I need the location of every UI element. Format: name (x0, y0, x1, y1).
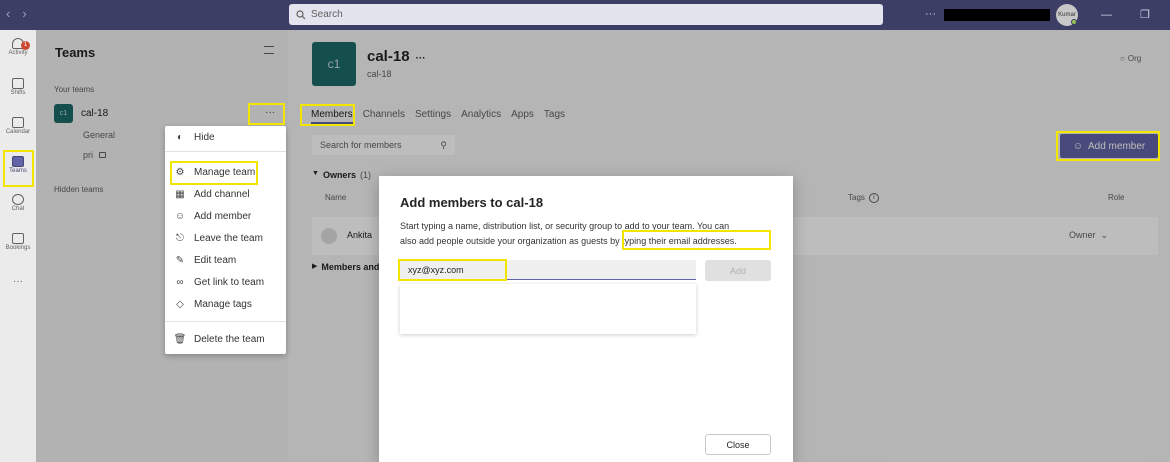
highlight-email-input (398, 259, 507, 281)
minimize-icon[interactable]: — (1101, 9, 1112, 21)
add-person-icon: ☺ (174, 210, 186, 222)
link-icon: ∞ (176, 276, 184, 288)
trash-icon: 🗑 (173, 333, 187, 345)
rail-bookings[interactable]: Bookings (0, 233, 36, 251)
dialog-title: Add members to cal-18 (400, 195, 544, 210)
highlight-add-member (1056, 131, 1160, 161)
menu-item-hide[interactable]: ◐ Hide (165, 127, 286, 147)
menu-divider (165, 321, 286, 322)
presence-dot (1071, 19, 1077, 25)
window-controls: — ❐ ✕ (1101, 8, 1170, 22)
forward-arrow-icon[interactable]: › (22, 6, 26, 21)
add-members-dialog: Add members to cal-18 Start typing a nam… (379, 176, 793, 462)
maximize-icon[interactable]: ❐ (1140, 8, 1150, 21)
app-rail: Activity 1 Shifts Calendar Teams Chat Bo… (0, 30, 36, 462)
calendar-icon (12, 117, 24, 128)
more-options-icon[interactable]: ··· (925, 8, 936, 20)
menu-item-add-channel[interactable]: ▦ Add channel (165, 184, 286, 204)
leave-icon: ⎋ (176, 232, 184, 244)
redacted-username (944, 9, 1050, 21)
menu-item-add-member[interactable]: ☺ Add member (165, 206, 286, 226)
back-arrow-icon[interactable]: ‹ (6, 6, 10, 21)
highlight-team-more (248, 103, 285, 125)
highlight-teams-rail (3, 150, 34, 187)
rail-more[interactable]: ··· (0, 276, 36, 287)
eye-off-icon: ◐ (176, 131, 184, 143)
add-button[interactable]: Add (705, 260, 771, 281)
rail-calendar[interactable]: Calendar (0, 117, 36, 135)
menu-item-delete-team[interactable]: 🗑 Delete the team (165, 329, 286, 349)
search-bar[interactable]: Search (289, 4, 883, 25)
activity-badge: 1 (21, 41, 30, 50)
bookings-icon (12, 233, 24, 244)
menu-item-edit-team[interactable]: ✎ Edit team (165, 250, 286, 270)
menu-item-manage-tags[interactable]: ◇ Manage tags (165, 294, 286, 314)
menu-divider (165, 151, 286, 152)
pencil-icon: ✎ (175, 254, 185, 266)
menu-item-leave-team[interactable]: ⎋ Leave the team (165, 228, 286, 248)
rail-shifts[interactable]: Shifts (0, 78, 36, 96)
highlight-manage-team (170, 161, 258, 185)
add-channel-icon: ▦ (175, 188, 185, 200)
rail-activity[interactable]: Activity 1 (0, 38, 36, 56)
shifts-icon (12, 78, 24, 89)
tag-icon: ◇ (176, 298, 184, 310)
search-icon (296, 9, 306, 19)
close-button[interactable]: Close (705, 434, 771, 455)
suggestions-dropdown (400, 284, 696, 334)
highlight-email-hint (622, 230, 771, 250)
menu-item-get-link[interactable]: ∞ Get link to team (165, 272, 286, 292)
nav-arrows: ‹ › (6, 6, 27, 21)
rail-chat[interactable]: Chat (0, 194, 36, 212)
highlight-members-tab (300, 104, 355, 126)
search-placeholder: Search (311, 9, 343, 20)
chat-icon (12, 194, 24, 205)
